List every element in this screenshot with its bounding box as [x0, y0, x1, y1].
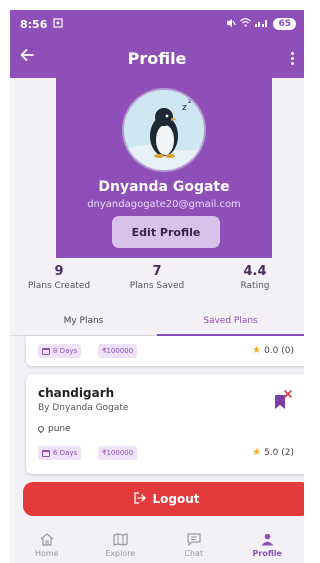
days-label: 8 Days — [53, 347, 78, 355]
price-chip: ₹100000 — [98, 344, 138, 358]
person-icon — [261, 533, 274, 547]
status-time: 8:56 — [20, 17, 48, 31]
app-bar: Profile — [10, 38, 304, 78]
price-label: ₹100000 — [102, 347, 134, 355]
edit-profile-button[interactable]: Edit Profile — [112, 216, 220, 248]
profile-email: dnyandagogate20@gmail.com — [87, 199, 241, 210]
plan-author: By Dnyanda Gogate — [38, 403, 129, 413]
stat-rating: 4.4 Rating — [206, 258, 304, 304]
price-chip: ₹100000 — [98, 446, 138, 460]
days-chip: 8 Days — [38, 344, 82, 358]
chat-icon — [187, 533, 201, 547]
nav-explore[interactable]: Explore — [84, 527, 158, 563]
map-icon — [113, 533, 128, 547]
plan-card[interactable]: chandigarh By Dnyanda Gogate pune 6 Days… — [26, 374, 304, 474]
nav-label: Chat — [184, 548, 204, 558]
rating-value: 0.0 (0) — [264, 345, 294, 356]
profile-name: Dnyanda Gogate — [98, 179, 230, 195]
plan-location: pune — [36, 424, 71, 434]
price-label: ₹100000 — [102, 449, 134, 457]
mute-icon — [226, 18, 237, 31]
status-bar: 8:56 65 — [10, 10, 304, 38]
page-title: Profile — [127, 48, 187, 68]
tab-my-plans[interactable]: My Plans — [10, 306, 157, 335]
nav-profile[interactable]: Profile — [231, 527, 305, 563]
stat-value: 9 — [54, 264, 64, 279]
location-label: pune — [48, 424, 71, 434]
stat-label: Rating — [240, 281, 270, 291]
stat-plans-created: 9 Plans Created — [10, 258, 108, 304]
stat-plans-saved: 7 Plans Saved — [108, 258, 206, 304]
profile-stats: 9 Plans Created 7 Plans Saved 4.4 Rating — [10, 258, 304, 304]
bottom-nav: Home Explore Chat Profile — [10, 527, 304, 563]
nav-label: Home — [34, 548, 59, 558]
plan-title: chandigarh — [38, 386, 115, 400]
star-icon: ★ — [252, 447, 262, 458]
star-icon: ★ — [252, 345, 262, 356]
location-pin-icon — [36, 424, 46, 434]
plan-rating: ★ 5.0 (2) — [252, 447, 294, 458]
days-chip: 6 Days — [38, 446, 82, 460]
tab-saved-plans[interactable]: Saved Plans — [157, 306, 304, 336]
nav-home[interactable]: Home — [10, 527, 84, 563]
signal-icon — [255, 18, 269, 30]
profile-header: z z Dnyanda Gogate dnyandagogate20@gmail… — [56, 78, 272, 258]
days-label: 6 Days — [53, 449, 78, 457]
nav-chat[interactable]: Chat — [157, 527, 231, 563]
stat-label: Plans Saved — [129, 281, 185, 291]
remove-bookmark-icon[interactable] — [274, 390, 292, 412]
wifi-icon — [240, 18, 252, 30]
home-icon — [40, 533, 54, 547]
back-arrow-icon[interactable] — [20, 46, 34, 68]
logout-button[interactable]: Logout — [23, 482, 304, 516]
nav-label: Explore — [105, 548, 136, 558]
battery-indicator: 65 — [273, 18, 296, 30]
more-vert-icon[interactable] — [286, 47, 298, 69]
svg-text:z: z — [188, 97, 192, 105]
avatar[interactable]: z z — [122, 88, 206, 172]
app-screen: 8:56 65 Profile z z Dnyanda Gogate dnyan… — [10, 10, 304, 563]
stat-label: Plans Created — [27, 281, 91, 291]
rating-value: 5.0 (2) — [264, 447, 294, 458]
plans-tabs: My Plans Saved Plans — [10, 306, 304, 336]
logout-icon — [134, 491, 147, 507]
stat-value: 4.4 — [243, 264, 267, 279]
stat-value: 7 — [152, 264, 162, 279]
calendar-icon — [42, 347, 50, 355]
calendar-icon — [42, 449, 50, 457]
logout-label: Logout — [152, 492, 200, 506]
plan-card[interactable]: 8 Days ₹100000 ★ 0.0 (0) — [26, 336, 304, 366]
nav-label: Profile — [252, 548, 282, 558]
screenshot-icon — [53, 17, 63, 31]
plan-rating: ★ 0.0 (0) — [252, 345, 294, 356]
svg-text:z: z — [182, 103, 187, 113]
